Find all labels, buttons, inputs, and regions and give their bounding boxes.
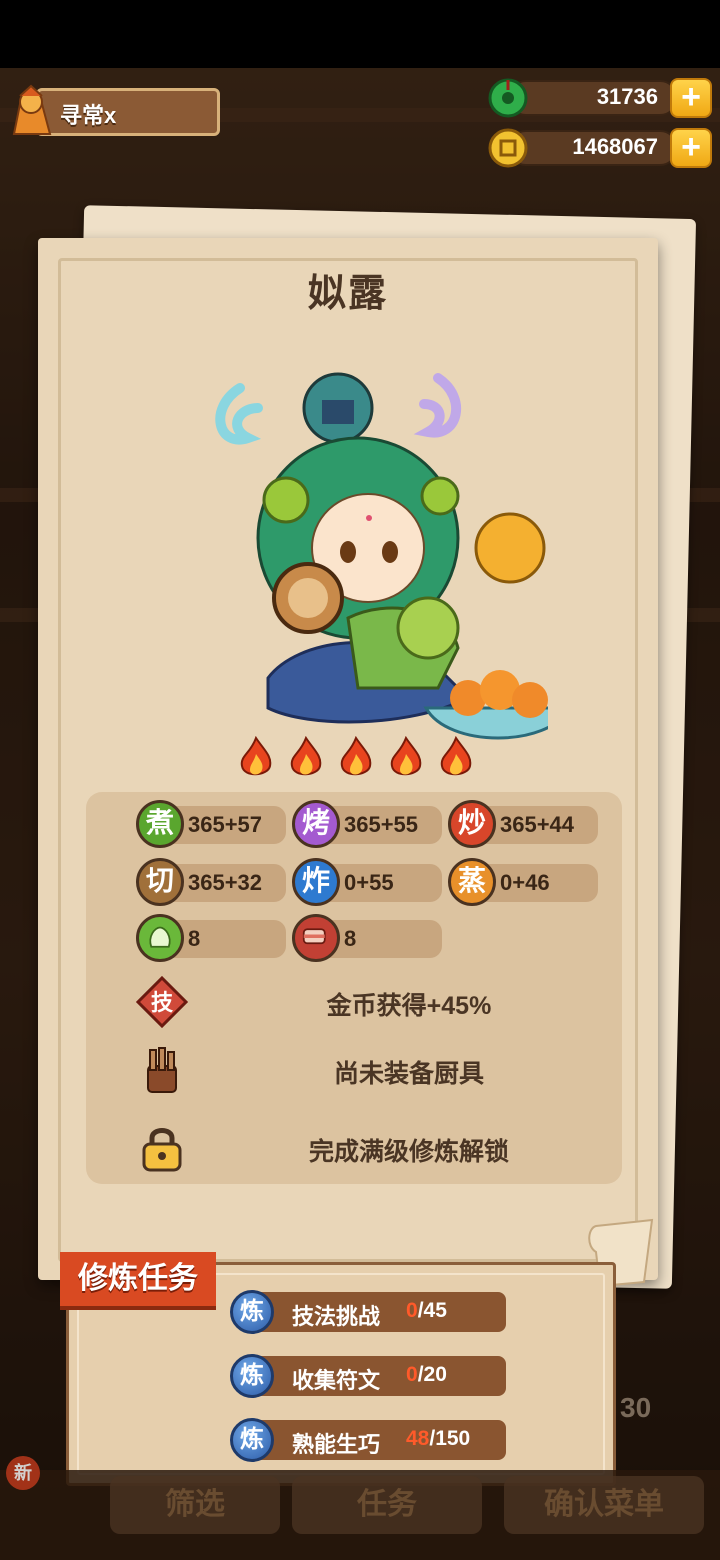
meat-icon xyxy=(292,914,340,962)
player-chip[interactable]: 寻常x xyxy=(6,84,220,140)
gold-amount: 1468067 xyxy=(572,134,658,159)
flame-icon xyxy=(340,736,372,776)
task-progress: 0/45 xyxy=(406,1299,447,1323)
task-progress-total: /45 xyxy=(417,1299,447,1322)
task-collect-runes[interactable]: 炼 收集符文 0/20 xyxy=(230,1354,506,1398)
rarity-flames xyxy=(238,736,518,786)
chef-name: 姒露 xyxy=(307,273,388,315)
cabbage-icon xyxy=(136,914,184,962)
stat-value: 0+46 xyxy=(500,870,550,895)
stat-value: 365+57 xyxy=(188,812,263,837)
roast-icon: 烤 xyxy=(292,800,340,848)
flame-icon xyxy=(290,736,322,776)
chef-detail-card: 姒露 煮 365+57 烤 365+55 炒 365+44 切 365+32 炸… xyxy=(38,238,658,1280)
stat-value: 8 xyxy=(188,926,201,951)
stat-stir-fry: 炒 365+44 xyxy=(448,800,598,848)
task-progress-total: /20 xyxy=(417,1363,447,1386)
stat-vegetable: 8 xyxy=(136,914,286,962)
stir-fry-icon: 炒 xyxy=(448,800,496,848)
lock-icon xyxy=(142,1128,182,1172)
stat-value: 365+44 xyxy=(500,812,575,837)
training-badge-icon: 炼 xyxy=(230,1290,274,1334)
stat-value: 365+32 xyxy=(188,870,263,895)
svg-text:技: 技 xyxy=(151,991,174,1016)
jade-coin-icon xyxy=(488,78,528,118)
status-bar xyxy=(0,0,720,68)
fry-icon: 炸 xyxy=(292,858,340,906)
jade-currency: 31736 + xyxy=(488,78,712,118)
confirm-menu-button: 确认菜单 xyxy=(504,1476,704,1534)
task-name: 技法挑战 xyxy=(292,1304,381,1329)
gold-currency: 1468067 + xyxy=(488,128,712,168)
stat-steam: 蒸 0+46 xyxy=(448,858,598,906)
equipment-text: 尚未装备厨具 xyxy=(333,1060,484,1088)
task-practice-makes-perfect[interactable]: 炼 熟能生巧 48/150 xyxy=(230,1418,506,1462)
training-task-title: 修炼任务 xyxy=(60,1252,216,1310)
player-name: 寻常x xyxy=(60,103,117,128)
task-progress: 0/20 xyxy=(406,1363,447,1387)
task-progress: 48/150 xyxy=(406,1427,470,1451)
new-badge: 新 xyxy=(6,1456,40,1490)
chef-portrait xyxy=(215,372,548,740)
skill-row[interactable]: 技 金币获得+45% xyxy=(86,972,622,1032)
tasks-button: 任务 xyxy=(292,1476,482,1534)
training-badge-icon: 炼 xyxy=(230,1354,274,1398)
jade-amount: 31736 xyxy=(596,84,658,109)
flame-icon xyxy=(440,736,472,776)
flame-icon xyxy=(390,736,422,776)
stat-fry: 炸 0+55 xyxy=(292,858,442,906)
stat-cut: 切 365+32 xyxy=(136,858,286,906)
stat-value: 8 xyxy=(344,926,357,951)
stat-roast: 烤 365+55 xyxy=(292,800,442,848)
add-gold-button[interactable]: + xyxy=(670,128,712,168)
player-avatar-icon xyxy=(12,84,52,135)
add-jade-button[interactable]: + xyxy=(670,78,712,118)
stat-value: 365+55 xyxy=(344,812,419,837)
task-progress-total: /150 xyxy=(429,1427,471,1450)
stat-meat: 8 xyxy=(292,914,442,962)
locked-row: 完成满级修炼解锁 xyxy=(86,1118,622,1178)
gold-coin-icon xyxy=(488,128,528,168)
task-progress-current: 48 xyxy=(406,1427,430,1450)
task-name: 熟能生巧 xyxy=(292,1432,381,1457)
utensil-icon xyxy=(147,1047,177,1093)
training-badge-icon: 炼 xyxy=(230,1418,274,1462)
task-progress-current: 0 xyxy=(406,1299,418,1322)
task-name: 收集符文 xyxy=(292,1368,381,1393)
skill-icon: 技 xyxy=(136,976,188,1028)
task-technique-challenge[interactable]: 炼 技法挑战 0/45 xyxy=(230,1290,506,1334)
cut-icon: 切 xyxy=(136,858,184,906)
filter-button: 筛选 xyxy=(110,1476,280,1534)
steam-icon: 蒸 xyxy=(448,858,496,906)
boil-icon: 煮 xyxy=(136,800,184,848)
task-progress-current: 0 xyxy=(406,1363,418,1386)
locked-text: 完成满级修炼解锁 xyxy=(308,1138,509,1166)
equipment-row[interactable]: 尚未装备厨具 xyxy=(86,1040,622,1100)
stat-value: 0+55 xyxy=(344,870,394,895)
level-badge: 30 xyxy=(620,1392,652,1423)
stat-boil: 煮 365+57 xyxy=(136,800,286,848)
skill-text: 金币获得+45% xyxy=(326,992,492,1020)
flame-icon xyxy=(240,736,272,776)
